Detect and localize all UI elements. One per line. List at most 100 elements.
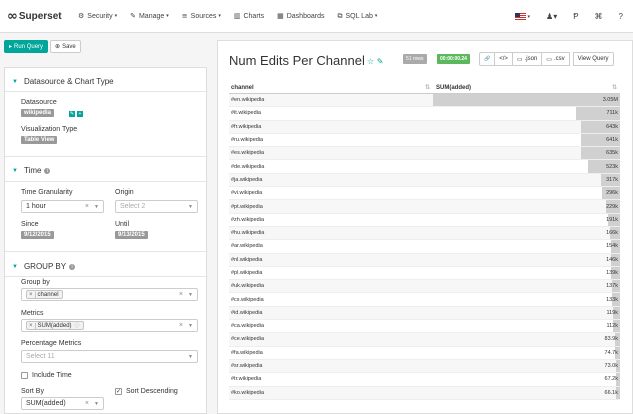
table-row[interactable]: #id.wikipedia 119k [229, 306, 620, 321]
column-header-channel[interactable]: channel ⇅ [229, 82, 433, 93]
results-table: channel ⇅ SUM(added) ⇅ #en.wikipedia 3.05… [229, 82, 620, 400]
nav-item-security[interactable]: ⚙ Security ▾ [78, 12, 117, 21]
embed-button[interactable]: </> [494, 52, 513, 66]
clear-icon[interactable]: × [179, 291, 183, 298]
run-query-button[interactable]: ▸ Run Query [4, 40, 49, 53]
value-label: 137k [606, 283, 618, 290]
clear-icon[interactable]: × [85, 400, 89, 407]
channel-cell: #ko.wikipedia [231, 389, 265, 396]
value-cell: 154k [433, 240, 620, 253]
github-icon[interactable]: ⌘ [595, 12, 603, 21]
table-row[interactable]: #it.wikipedia 711k [229, 107, 620, 121]
language-flag-icon[interactable]: ▾ [514, 13, 530, 20]
table-row[interactable]: #ru.wikipedia 641k [229, 133, 620, 148]
table-row[interactable]: #pl.wikipedia 139k [229, 266, 620, 281]
edit-icon[interactable]: ✎ [377, 57, 384, 66]
table-row[interactable]: #fa.wikipedia 74.7k [229, 346, 620, 360]
table-row[interactable]: #ce.wikipedia 83.9k [229, 333, 620, 347]
section-groupby-header[interactable]: ▼ GROUP BY i [5, 258, 208, 275]
table-row[interactable]: #ca.wikipedia 112k [229, 320, 620, 334]
view-query-button[interactable]: View Query [572, 52, 614, 66]
groupby-chip[interactable]: × channel [26, 290, 63, 299]
pct-metrics-select[interactable]: Select 11 ▼ [21, 350, 198, 363]
json-button[interactable]: ▭ .json [511, 52, 543, 66]
value-cell: 146k [433, 253, 620, 266]
table-row[interactable]: #hu.wikipedia 166k [229, 226, 620, 241]
table-row[interactable]: #sr.wikipedia 73.0k [229, 359, 620, 374]
nav-item-manage[interactable]: ✎ Manage ▾ [130, 12, 169, 21]
brand-name: Superset [18, 10, 62, 22]
brand[interactable]: ∞ Superset [0, 9, 78, 24]
nav-item-label: Charts [243, 12, 265, 20]
value-cell: 229k [433, 200, 620, 213]
remove-chip-icon[interactable]: × [27, 322, 36, 329]
help-icon[interactable]: ? [619, 12, 623, 21]
metrics-select[interactable]: × SUM(added) ⓘ × ▼ [21, 319, 198, 332]
link-button[interactable]: 🔗 [479, 52, 496, 66]
metrics-chip[interactable]: × SUM(added) ⓘ [26, 321, 84, 330]
nav-item-charts[interactable]: ▥ Charts [234, 12, 264, 21]
include-time-checkbox[interactable] [21, 372, 28, 379]
value-cell: 66.1k [433, 386, 620, 399]
table-row[interactable]: #vi.wikipedia 296k [229, 187, 620, 201]
table-row[interactable]: #es.wikipedia 635k [229, 147, 620, 161]
edit-datasource-icon[interactable]: ✎ [69, 111, 75, 117]
origin-label: Origin [115, 189, 134, 196]
table-row[interactable]: #ja.wikipedia 317k [229, 173, 620, 188]
view-query-label: View Query [577, 56, 609, 62]
remove-chip-icon[interactable]: × [27, 291, 36, 298]
table-row[interactable]: #de.wikipedia 523k [229, 160, 620, 174]
nav-dashboards-icon: ▦ [277, 12, 284, 20]
star-icon[interactable]: ☆ [367, 57, 374, 66]
divider [5, 251, 208, 252]
granularity-select[interactable]: 1 hour × ▼ [21, 200, 104, 213]
table-row[interactable]: #zh.wikipedia 191k [229, 213, 620, 227]
viz-type-label: Visualization Type [21, 126, 78, 133]
add-datasource-icon[interactable]: + [77, 111, 83, 117]
info-icon[interactable]: i [44, 167, 51, 174]
table-row[interactable]: #ar.wikipedia 154k [229, 240, 620, 254]
origin-select[interactable]: Select 2 ▼ [115, 200, 198, 213]
sort-descending-checkbox[interactable]: ✓ [115, 388, 122, 395]
pct-metrics-label: Percentage Metrics [21, 340, 82, 347]
datasource-value[interactable]: wikipedia [21, 109, 55, 117]
play-icon: ▸ [9, 44, 13, 50]
caret-down-icon: ▾ [218, 13, 221, 19]
groupby-select[interactable]: × channel × ▼ [21, 288, 198, 301]
channel-cell: #vi.wikipedia [231, 190, 263, 197]
value-label: 74.7k [604, 349, 618, 356]
value-label: 146k [606, 256, 618, 263]
value-label: 635k [606, 150, 618, 157]
controls-scroll-panel[interactable]: ▼ Datasource & Chart Type Datasource wik… [4, 67, 208, 414]
csv-button[interactable]: ▭ .csv [541, 52, 570, 66]
sortby-select[interactable]: SUM(added) × ▼ [21, 397, 104, 410]
table-row[interactable]: #cs.wikipedia 133k [229, 293, 620, 307]
section-time-header[interactable]: ▼ Time i [5, 162, 208, 179]
save-button[interactable]: ⊕ Save [50, 40, 81, 53]
table-row[interactable]: #ko.wikipedia 66.1k [229, 386, 620, 400]
nav-right: ▾ ♟▾ Ᵽ ⌘ ? [499, 0, 623, 33]
nav-item-sql-lab[interactable]: ⧉ SQL Lab ▾ [337, 12, 377, 21]
viz-type-value[interactable]: Table View [21, 136, 58, 144]
divider [5, 181, 208, 182]
caret-down-icon: ▾ [114, 13, 118, 19]
clear-icon[interactable]: × [85, 203, 89, 210]
brand-p-icon[interactable]: Ᵽ [573, 12, 578, 21]
origin-placeholder: Select 2 [120, 203, 146, 210]
table-row[interactable]: #uk.wikipedia 137k [229, 280, 620, 294]
table-row[interactable]: #pt.wikipedia 229k [229, 200, 620, 214]
row-count-badge: 51 rows [403, 54, 427, 64]
clear-icon[interactable]: × [179, 322, 183, 329]
table-row[interactable]: #tr.wikipedia 67.2k [229, 373, 620, 387]
section-datasource-header[interactable]: ▼ Datasource & Chart Type [5, 73, 208, 90]
user-icon[interactable]: ♟▾ [546, 12, 557, 21]
table-row[interactable]: #nl.wikipedia 146k [229, 253, 620, 267]
table-row[interactable]: #en.wikipedia 3.05M [229, 94, 620, 108]
nav-item-dashboards[interactable]: ▦ Dashboards [277, 12, 324, 21]
table-row[interactable]: #fr.wikipedia 643k [229, 120, 620, 134]
since-value[interactable]: 9/12/2015 [21, 231, 54, 239]
info-icon[interactable]: i [69, 263, 76, 270]
column-header-sum-added[interactable]: SUM(added) ⇅ [433, 82, 620, 93]
nav-item-sources[interactable]: ≡ Sources ▾ [182, 12, 221, 21]
until-value[interactable]: 9/13/2015 [115, 231, 148, 239]
